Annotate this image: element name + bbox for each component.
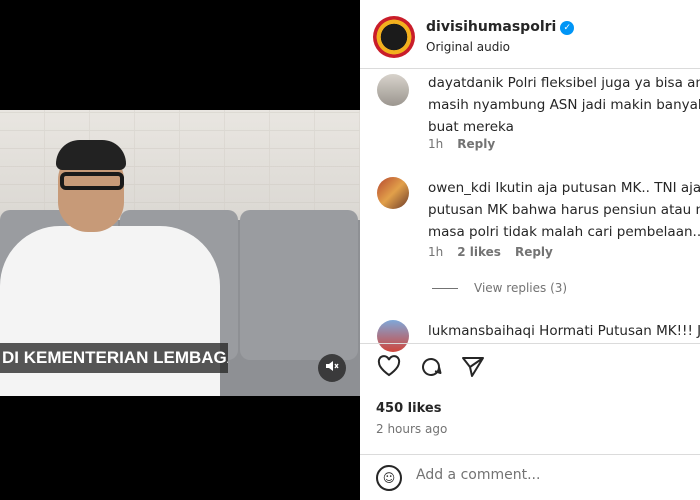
reply-button[interactable]: Reply: [457, 137, 495, 151]
comment-input[interactable]: [416, 467, 686, 483]
post-panel: divisihumaspolri ✓ Original audio dayatda…: [360, 0, 700, 500]
comment-time: 1h: [428, 245, 444, 259]
speaker-hair: [56, 140, 126, 170]
audio-label[interactable]: Original audio: [426, 40, 510, 54]
speaker-glasses: [60, 172, 124, 190]
post-header: divisihumaspolri ✓ Original audio: [360, 0, 700, 68]
speaker-muted-icon[interactable]: [318, 354, 346, 382]
view-replies-label[interactable]: View replies (3): [474, 281, 567, 295]
comment-meta: 1h 2 likes Reply: [428, 245, 567, 259]
avatar[interactable]: [377, 177, 409, 209]
divider: [360, 68, 700, 69]
comment-text: dayatdanik Polri fleksibel juga ya bisa …: [428, 72, 700, 138]
comment-line: masa polri tidak malah cari pembelaan..: [428, 224, 700, 240]
post-username[interactable]: divisihumaspolri ✓: [426, 19, 575, 35]
divider: [360, 343, 700, 344]
sofa-cushion: [240, 210, 358, 360]
comment-icon[interactable]: [418, 355, 444, 381]
reply-button[interactable]: Reply: [515, 245, 553, 259]
comment-time: 1h: [428, 137, 444, 151]
post-actions: [360, 355, 700, 389]
avatar[interactable]: [377, 74, 409, 106]
comment-line: putusan MK bahwa harus pensiun atau me: [428, 202, 700, 218]
comment-likes[interactable]: 2 likes: [457, 245, 501, 259]
add-comment-bar: ☺: [360, 455, 700, 500]
comment-meta: 1h Reply: [428, 137, 509, 151]
comment-line: buat mereka: [428, 119, 514, 135]
video-caption: DI KEMENTERIAN LEMBAGA: [0, 343, 228, 373]
verified-badge-icon: ✓: [560, 21, 575, 35]
emoji-icon[interactable]: ☺: [376, 465, 402, 491]
view-replies-button[interactable]: View replies (3): [432, 281, 567, 295]
avatar[interactable]: [373, 16, 415, 58]
posted-time: 2 hours ago: [376, 422, 448, 436]
comment-line: dayatdanik Polri fleksibel juga ya bisa …: [428, 75, 700, 91]
brick-wall-background: [0, 110, 360, 220]
replies-divider: [432, 288, 458, 289]
avatar[interactable]: [377, 320, 409, 352]
comment-line: masih nyambung ASN jadi makin banyak p: [428, 97, 700, 113]
heart-icon[interactable]: [376, 355, 402, 381]
video-panel: DI KEMENTERIAN LEMBAGA: [0, 0, 360, 500]
comment-text: owen_kdi Ikutin aja putusan MK.. TNI aja…: [428, 177, 700, 243]
share-icon[interactable]: [460, 355, 486, 381]
comment-text: lukmansbaihaqi Hormati Putusan MK!!! Jan: [428, 320, 700, 342]
username-text[interactable]: divisihumaspolri: [426, 19, 556, 35]
likes-count[interactable]: 450 likes: [376, 401, 441, 416]
comment-line: owen_kdi Ikutin aja putusan MK.. TNI aja…: [428, 180, 700, 196]
comment-line: lukmansbaihaqi Hormati Putusan MK!!! Jan: [428, 323, 700, 339]
